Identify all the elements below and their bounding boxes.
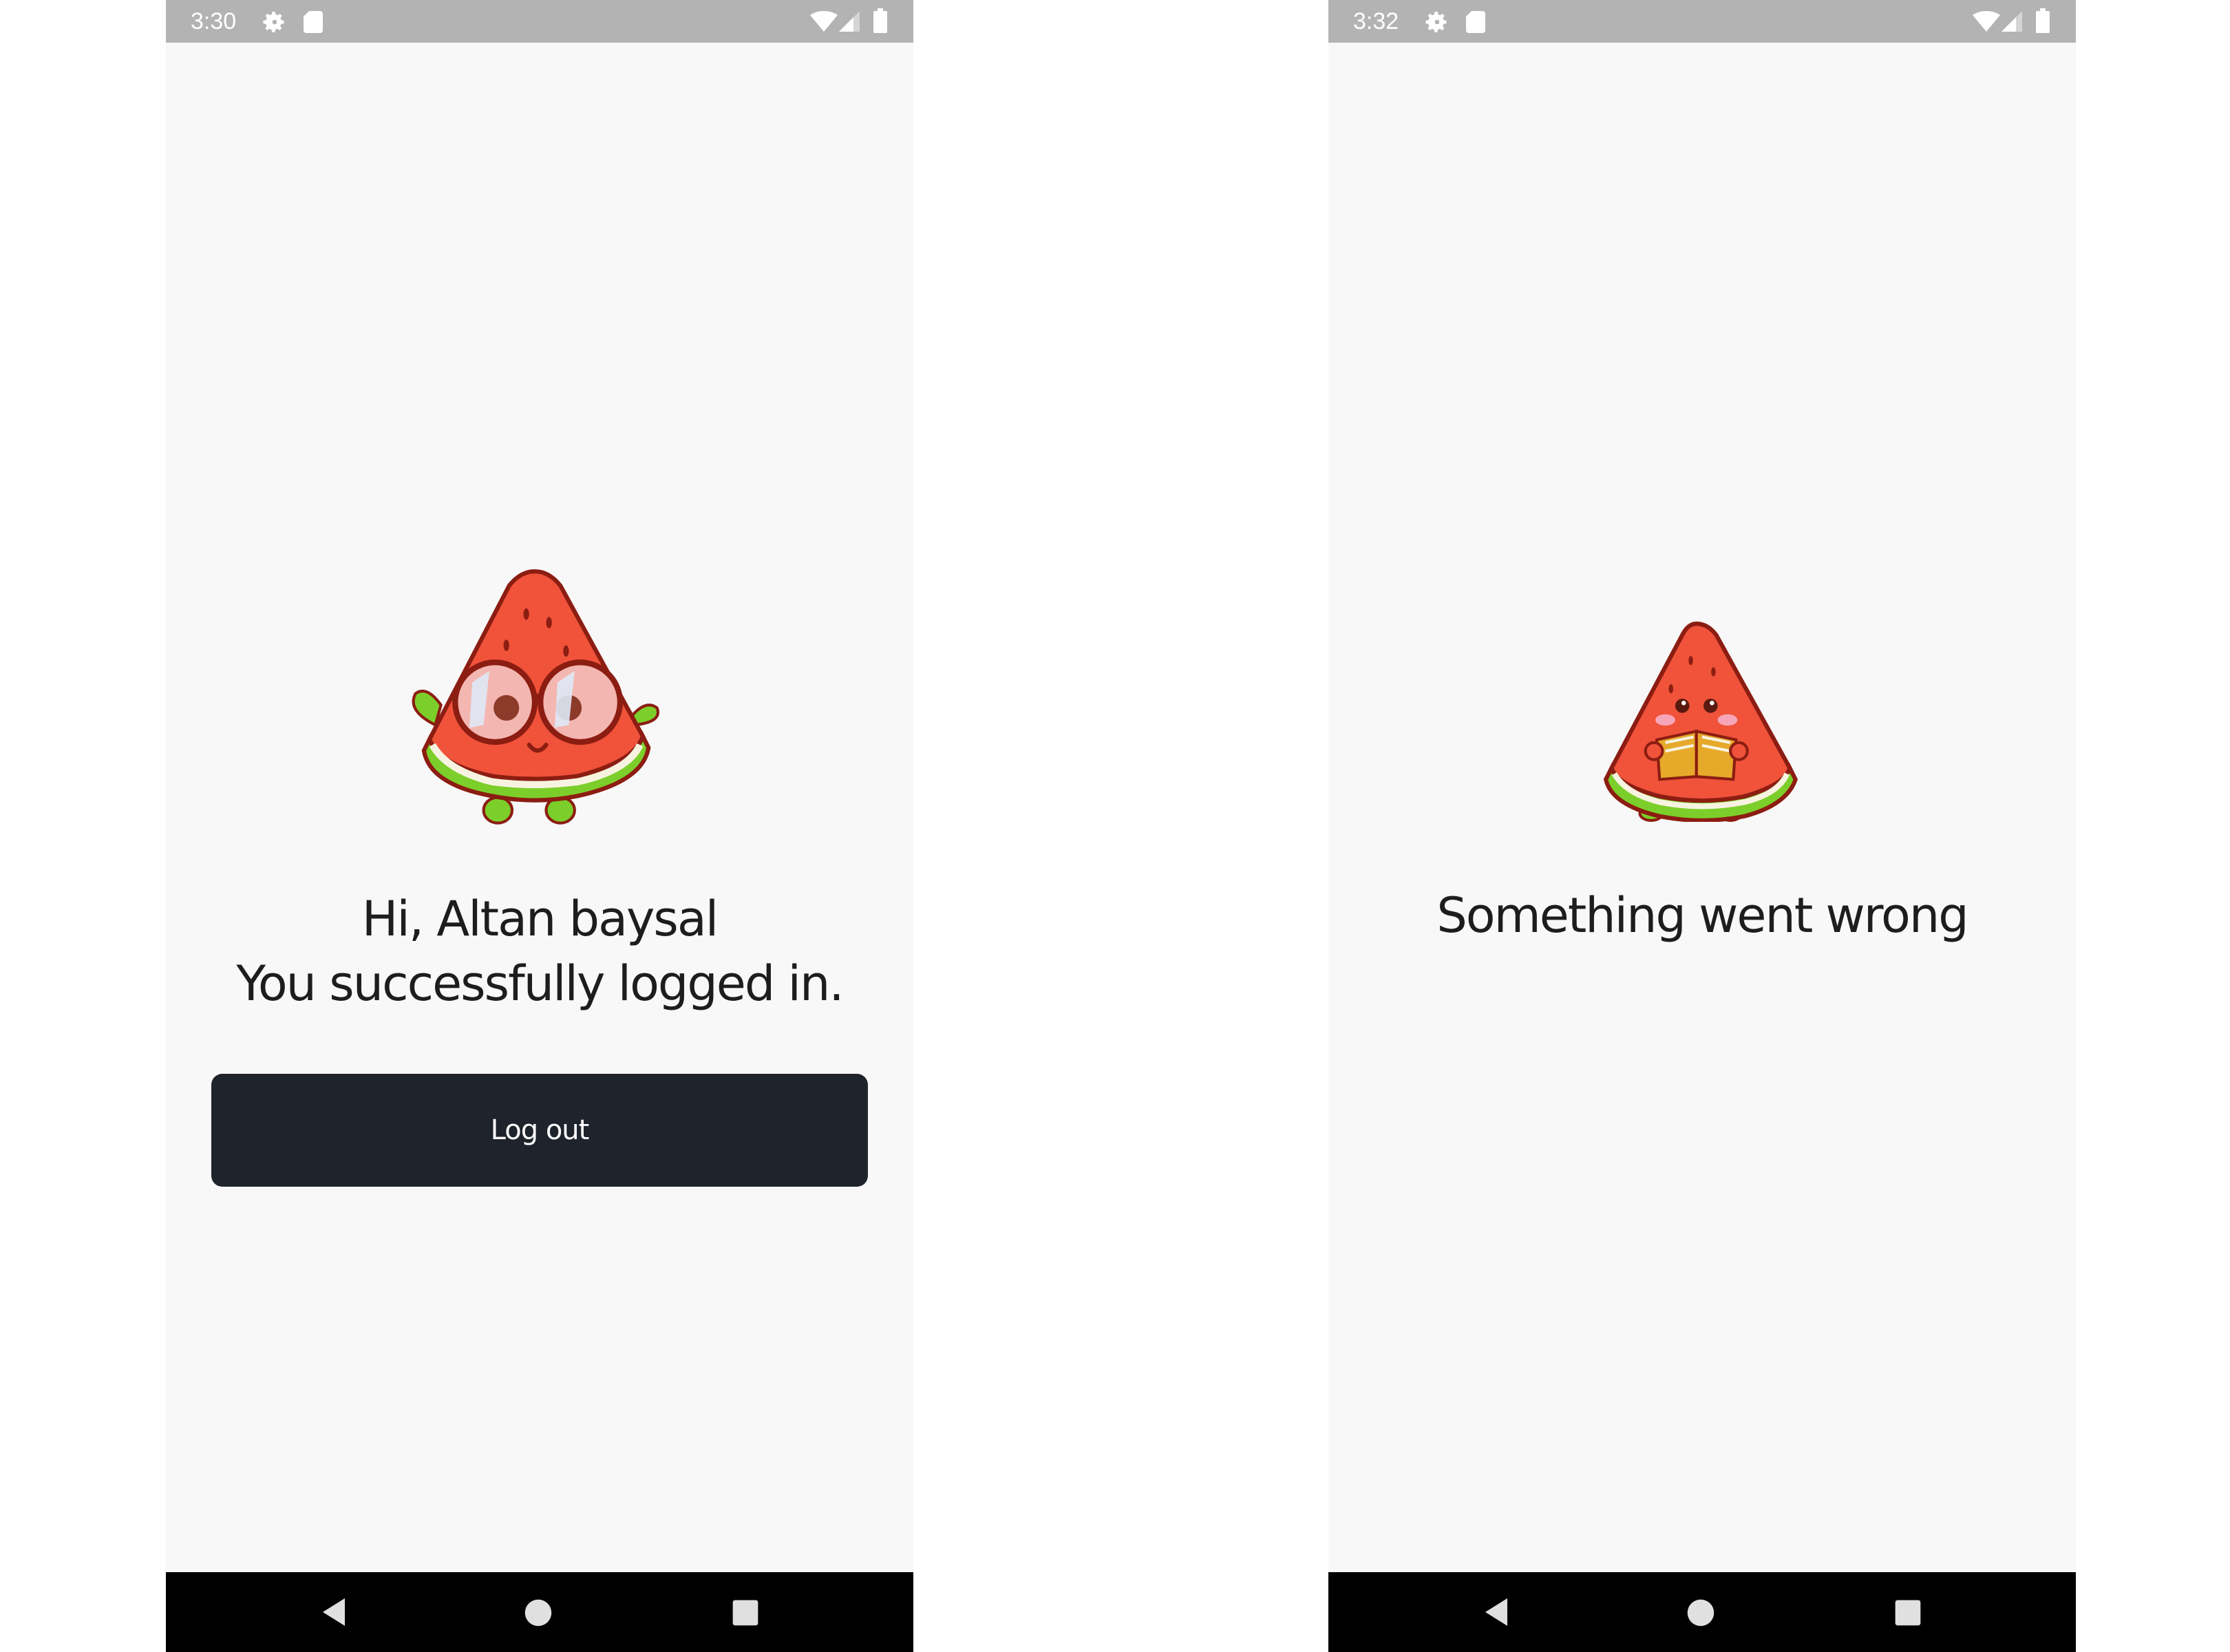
- settings-gear-icon: [263, 12, 284, 32]
- cell-signal-icon: [839, 11, 860, 32]
- back-icon[interactable]: [317, 1596, 350, 1629]
- battery-icon: [2036, 8, 2050, 33]
- settings-gear-icon: [1425, 12, 1447, 32]
- welcome-message: Hi, Altan baysal You successfully logged…: [166, 887, 913, 1016]
- status-time: 3:30: [191, 8, 237, 34]
- cell-signal-icon: [2001, 11, 2022, 32]
- recents-icon[interactable]: [732, 1599, 759, 1627]
- sd-card-icon: [1466, 11, 1485, 33]
- error-message: Something went wrong: [1328, 883, 2076, 948]
- phone-screen-error: 3:32 Something went wrong: [1328, 0, 2076, 1652]
- home-icon[interactable]: [1686, 1598, 1715, 1627]
- logout-button[interactable]: Log out: [211, 1074, 868, 1187]
- wifi-icon: [1973, 11, 2000, 32]
- back-icon[interactable]: [1480, 1596, 1513, 1629]
- login-success-text: You successfully logged in.: [236, 955, 844, 1012]
- status-bar: 3:30: [166, 0, 913, 43]
- home-icon[interactable]: [524, 1598, 553, 1627]
- battery-icon: [873, 8, 887, 33]
- error-text: Something went wrong: [1436, 887, 1968, 944]
- sd-card-icon: [304, 11, 323, 33]
- navigation-bar: [1328, 1572, 2076, 1652]
- navigation-bar: [166, 1572, 913, 1652]
- greeting-text: Hi, Altan baysal: [361, 891, 719, 947]
- status-time: 3:32: [1353, 8, 1399, 34]
- watermelon-with-glasses-illustration: [412, 569, 659, 825]
- wifi-icon: [810, 11, 838, 32]
- phone-screen-logged-in: 3:30 Hi, Altan baysal You successfully l…: [166, 0, 913, 1652]
- status-bar: 3:32: [1328, 0, 2076, 43]
- recents-icon[interactable]: [1894, 1599, 1922, 1627]
- watermelon-reading-book-illustration: [1603, 622, 1798, 822]
